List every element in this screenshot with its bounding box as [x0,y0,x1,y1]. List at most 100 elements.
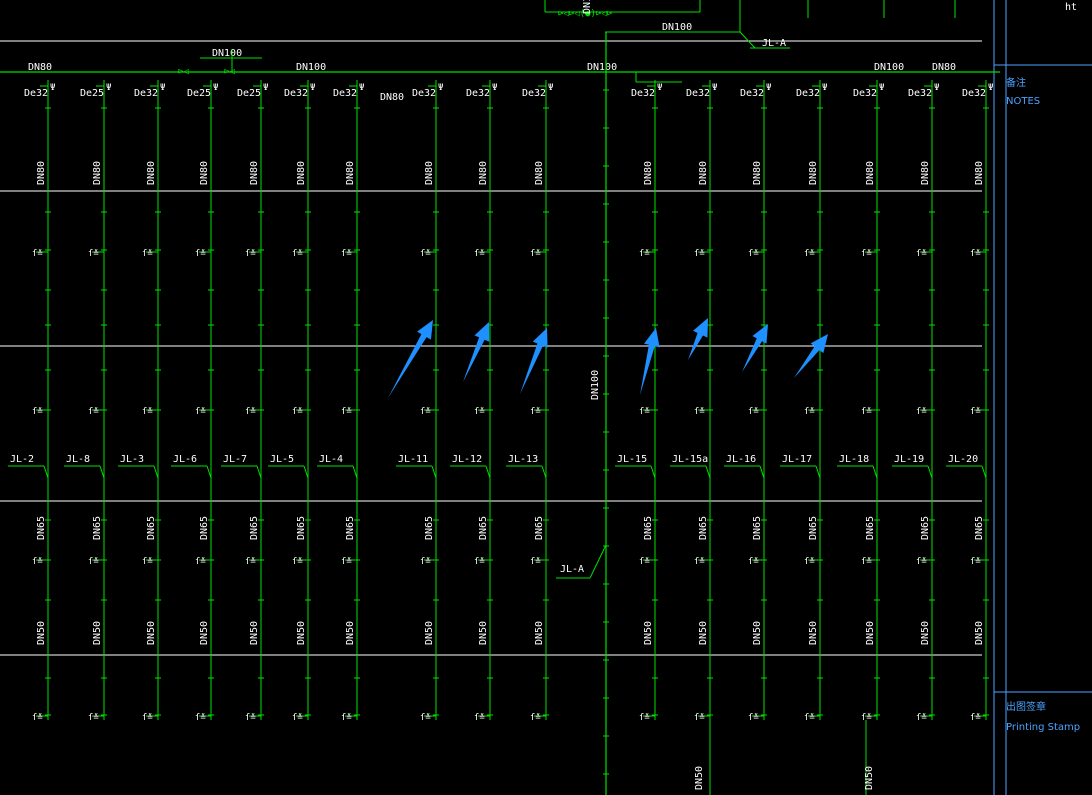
riser-JL-5-top-size: De32 [284,88,308,99]
riser-JL-7-outlet-1: ſ≚ [245,407,256,417]
riser-JL-15-outlet-0: ſ≚ [639,249,650,259]
riser-JL-7-dn80-label: DN80 [249,161,260,185]
riser-JL-13-outlet-2: ſ≚ [530,557,541,567]
riser-JL-11-outlet-1: ſ≚ [420,407,431,417]
notes-cn-label: 备注 [1006,76,1026,89]
riser-JL-2-leader-d [43,465,49,479]
riser-JL-19-outlet-0: ſ≚ [916,249,927,259]
riser-JL-5-outlet-2: ſ≚ [292,557,303,567]
annotation-arrow-1 [388,320,433,398]
bottom-dn50-label-1: DN50 [694,766,705,790]
riser-JL-19-outlet-2: ſ≚ [916,557,927,567]
riser-JL-4-dn50-label: DN50 [345,621,356,645]
riser-JL-18-outlet-3: ſ≚ [861,713,872,723]
riser-JL-8-leader-d [99,465,105,479]
riser-JL-11-outlet-2: ſ≚ [420,557,431,567]
riser-JL-16-leader-d [759,465,765,479]
riser-JL-15-dn50-label: DN50 [643,621,654,645]
riser-JL-8-outlet-0: ſ≚ [88,249,99,259]
riser-JL-8-outlet-1: ſ≚ [88,407,99,417]
riser-JL-13-id-label: JL-13 [508,454,538,465]
riser-JL-5-id-label: JL-5 [270,454,294,465]
riser-JL-6-dn50-label: DN50 [199,621,210,645]
riser-JL-2-top-size: De32 [24,88,48,99]
riser-JL-3-leader-d [153,465,159,479]
riser-JL-12-top-size: De32 [466,88,490,99]
annotation-arrow-7 [794,334,828,378]
riser-JL-15-leader-d [650,465,656,479]
main-pipe-right-label-1: DN100 [874,62,904,73]
riser-JL-8-valve-top: Ψ [106,83,111,93]
riser-JL-19-outlet-1: ſ≚ [916,407,927,417]
riser-JL-18-leader-d [872,465,878,479]
top-right-text: ht [1065,2,1077,13]
riser-JL-20-outlet-3: ſ≚ [970,713,981,723]
riser-JL-20-dn80-label: DN80 [974,161,985,185]
riser-JL-15a-outlet-3: ſ≚ [694,713,705,723]
riser-JL-12-leader-d [485,465,491,479]
riser-JL-11-top-size: De32 [412,88,436,99]
riser-JL-7-outlet-2: ſ≚ [245,557,256,567]
riser-JL-13-leader-d [541,465,547,479]
riser-JL-12-outlet-0: ſ≚ [474,249,485,259]
riser-JL-18-id-label: JL-18 [839,454,869,465]
riser-JL-6-outlet-3: ſ≚ [195,713,206,723]
riser-JL-5-dn80-label: DN80 [296,161,307,185]
riser-JL-15a-valve-top: Ψ [712,83,717,93]
riser-JL-12-dn80-label: DN80 [478,161,489,185]
riser-JL-15a-id-label: JL-15a [672,454,708,465]
riser-JL-11-dn80-label: DN80 [424,161,435,185]
riser-JL-15a-dn50-label: DN50 [698,621,709,645]
riser-JL-2-dn50-label: DN50 [36,621,47,645]
riser-JL-18-valve-top: Ψ [879,83,884,93]
riser-JL-17-dn80-label: DN80 [808,161,819,185]
riser-JL-16-outlet-3: ſ≚ [748,713,759,723]
riser-JL-3-outlet-2: ſ≚ [142,557,153,567]
riser-JL-7-id-label: JL-7 [223,454,247,465]
riser-JL-11-dn50-label: DN50 [424,621,435,645]
stamp-cn-label: 出图签章 [1006,700,1046,713]
riser-JL-8-id-label: JL-8 [66,454,90,465]
riser-JL-17-id-label: JL-17 [782,454,812,465]
riser-JL-3-outlet-1: ſ≚ [142,407,153,417]
riser-JL-7-dn50-label: DN50 [249,621,260,645]
riser-JL-19-leader-d [927,465,933,479]
riser-JL-11-leader-d [431,465,437,479]
annotation-arrow-2 [463,322,490,382]
riser-JL-8-outlet-2: ſ≚ [88,557,99,567]
riser-JL-2-dn80-label: DN80 [36,161,47,185]
riser-JL-13-outlet-0: ſ≚ [530,249,541,259]
valve-symbol-2: ⊳◁ [224,67,235,77]
riser-JL-16-dn80-label: DN80 [752,161,763,185]
riser-JL-20-outlet-1: ſ≚ [970,407,981,417]
notes-en-label: NOTES [1006,96,1040,107]
riser-JL-13-outlet-3: ſ≚ [530,713,541,723]
riser-JL-19-id-label: JL-19 [894,454,924,465]
riser-JL-5-outlet-1: ſ≚ [292,407,303,417]
plumbing-riser-diagram[interactable]: ht JL-A DN80 DN100 DN100 DN100 DN80 DN10… [0,0,1092,795]
riser-JL-15a-dn80-label: DN80 [698,161,709,185]
riser-JL-16-dn50-label: DN50 [752,621,763,645]
riser-JL-4-id-label: JL-4 [319,454,343,465]
cad-viewport[interactable]: ht JL-A DN80 DN100 DN100 DN100 DN80 DN10… [0,0,1092,795]
riser-JL-4-outlet-0: ſ≚ [341,249,352,259]
main-pipe-right-label-2: DN80 [932,62,956,73]
annotation-arrow-3 [520,328,548,394]
riser-JL-13-top-size: De32 [522,88,546,99]
riser-JL-20-valve-top: Ψ [988,83,993,93]
riser-JL-4-outlet-3: ſ≚ [341,713,352,723]
dn80-under-label: DN80 [380,92,404,103]
riser-JL-8-top-size: De25 [80,88,104,99]
riser-JL-3-outlet-3: ſ≚ [142,713,153,723]
riser-JL-11-outlet-0: ſ≚ [420,249,431,259]
valve-symbol-1: ⊳◁ [178,67,189,77]
riser-JL-6-leader-d [206,465,212,479]
riser-JL-11-id-label: JL-11 [398,454,428,465]
riser-JL-6-outlet-1: ſ≚ [195,407,206,417]
riser-JL-15a-top-size: De32 [686,88,710,99]
riser-JL-15a-outlet-2: ſ≚ [694,557,705,567]
main-riser-jl-a-label: JL-A [560,564,584,575]
jl-a-leader-top [739,31,756,49]
riser-JL-19-dn80-label: DN80 [920,161,931,185]
bottom-dn50-label-2: DN50 [864,766,875,790]
